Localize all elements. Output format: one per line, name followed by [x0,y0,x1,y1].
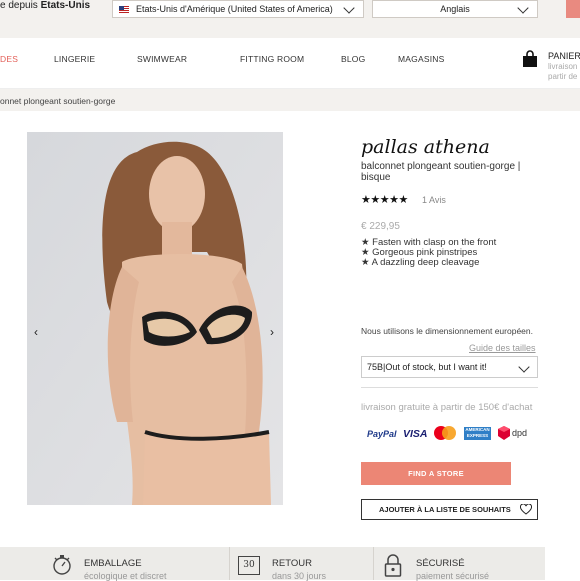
amex-logo: AMERICAN EXPRESS [464,427,491,440]
breadcrumb[interactable]: onnet plongeant soutien-gorge [0,96,115,106]
calendar-icon-number: 30 [243,560,255,570]
cart-subtext-line: livraison [548,62,578,71]
payment-methods: PayPal VISA AMERICAN EXPRESS dpd [361,425,541,443]
divider [229,547,230,580]
nav-item-blog[interactable]: BLOG [341,54,365,64]
size-select[interactable]: 75B|Out of stock, but I want it! [361,356,538,378]
language-select[interactable]: Anglais [372,0,538,18]
dpd-logo-text: dpd [512,428,528,438]
mastercard-logo [434,426,456,440]
carousel-next-arrow[interactable]: › [270,325,274,339]
country-select-value: Etats-Unis d'Amérique (United States of … [136,4,333,14]
model-photo [27,132,283,505]
visiting-from-country: Etats-Unis [40,0,91,11]
product-price: € 229,95 [361,221,400,232]
size-select-value: 75B|Out of stock, but I want it! [367,362,487,372]
feature-title-secure: SÉCURISÉ [416,558,465,569]
add-to-wishlist-button[interactable]: AJOUTER À LA LISTE DE SOUHAITS [361,499,538,520]
rating-stars: ★★★★★ [361,194,408,206]
feature-title-returns: RETOUR [272,558,312,569]
country-select[interactable]: Etats-Unis d'Amérique (United States of … [112,0,364,18]
sizing-note: Nous utilisons le dimensionnement europé… [361,326,533,336]
product-image[interactable] [27,132,283,505]
divider [361,387,538,388]
nav-item-lingerie[interactable]: LINGERIE [54,54,95,64]
nav-item-fitting-room[interactable]: FITTING ROOM [240,54,304,64]
chevron-down-icon [518,361,530,373]
language-select-value: Anglais [440,4,470,14]
cart-subtext: livraison partir de [548,62,577,82]
lock-icon [384,554,402,577]
feature-title-packaging: EMBALLAGE [84,558,142,569]
nav-item-magasins[interactable]: MAGASINS [398,54,444,64]
paypal-logo: PayPal [367,429,397,439]
carousel-prev-arrow[interactable]: ‹ [34,325,38,339]
shopping-bag-icon[interactable] [522,50,538,68]
product-features: ★ Fasten with clasp on the front ★ Gorge… [361,238,496,268]
calendar-icon: 30 [238,556,260,575]
product-subtitle: balconnet plongeant soutien-gorge | bisq… [361,161,521,183]
us-flag-icon [119,5,129,13]
heart-icon [520,504,532,515]
visiting-from-prefix: e depuis [0,0,38,11]
product-brand: pallas athena [361,136,490,158]
chevron-down-icon [343,2,355,14]
nav-item-soldes[interactable]: DES [0,54,18,64]
visa-logo: VISA [403,428,428,440]
cart-subtext-line: partir de [548,72,578,81]
free-shipping-note: livraison gratuite à partir de 150€ d'ac… [361,402,533,413]
chevron-down-icon [517,2,529,14]
amex-logo-text: EXPRESS [466,433,489,438]
divider [373,547,374,580]
reviews-link[interactable]: 1 Avis [422,195,446,205]
size-guide-link[interactable]: Guide des tailles [469,343,536,353]
nav-item-swimwear[interactable]: SWIMWEAR [137,54,187,64]
find-store-button[interactable]: FIND A STORE [361,462,511,485]
dpd-cube-icon [498,426,510,440]
cart-title[interactable]: PANIER [548,51,580,61]
visiting-from-text: e depuis Etats-Unis [0,0,90,11]
feature-item: ★ A dazzling deep cleavage [361,257,480,268]
account-button[interactable] [566,0,580,18]
add-to-wishlist-label: AJOUTER À LA LISTE DE SOUHAITS [379,505,511,514]
stopwatch-icon [53,555,71,575]
